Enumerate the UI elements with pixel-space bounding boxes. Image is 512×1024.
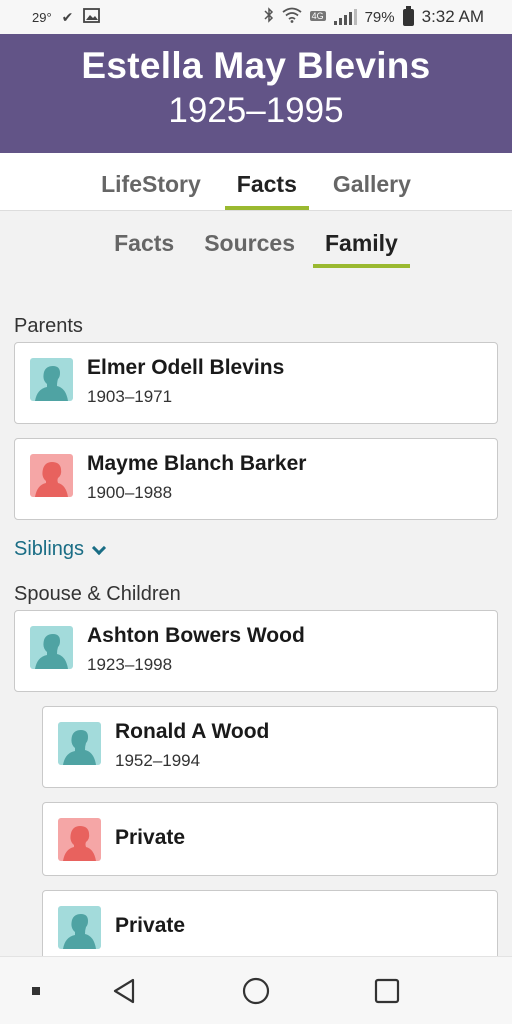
temperature-text: 29° [32,9,52,25]
person-card-child[interactable]: Private [42,890,498,964]
status-left: 29° ✔ [32,7,101,27]
battery-icon [402,5,414,26]
person-name: Ashton Bowers Wood [87,624,305,647]
person-name: Estella May Blevins [81,45,431,86]
system-nav-bar [0,956,512,1024]
network-badge: 4G [309,11,326,21]
male-silhouette-icon [58,722,101,765]
person-dates: 1900–1988 [87,483,173,502]
person-name: Mayme Blanch Barker [87,452,307,475]
image-icon [83,7,101,27]
subtab-sources[interactable]: Sources [204,212,295,268]
subtab-family[interactable]: Family [313,212,410,268]
male-silhouette-icon [30,626,73,669]
person-name: Ronald A Wood [115,720,270,743]
spouse-children-heading: Spouse & Children [14,583,181,605]
parents-heading: Parents [14,315,83,337]
tab-lifestory[interactable]: LifeStory [101,153,201,210]
female-silhouette-icon [58,818,101,861]
female-silhouette-icon [30,454,73,497]
person-card-father[interactable]: Elmer Odell Blevins 1903–1971 [14,342,498,424]
siblings-toggle[interactable]: Siblings [14,538,107,561]
male-silhouette-icon [58,906,101,949]
back-icon[interactable] [94,957,154,1024]
signal-icon [333,9,357,25]
battery-percent: 79% [364,8,395,26]
recents-icon[interactable] [357,957,417,1024]
person-name: Elmer Odell Blevins [87,356,285,379]
person-dates: 1923–1998 [87,655,173,674]
siblings-label: Siblings [14,538,85,560]
status-right: 4G 79% 3:32 AM [264,5,484,27]
home-icon[interactable] [226,957,286,1024]
tab-gallery[interactable]: Gallery [333,153,411,210]
person-header: Estella May Blevins 1925–1995 [0,34,512,153]
status-bar: 29° ✔ 4G 79% 3:32 AM [0,0,512,34]
person-dates: 1952–1994 [115,751,201,770]
menu-dot-icon[interactable] [6,957,66,1024]
chevron-down-icon [91,540,107,555]
person-card-mother[interactable]: Mayme Blanch Barker 1900–1988 [14,438,498,520]
check-icon: ✔ [61,8,74,25]
person-name: Private [115,914,186,937]
tab-facts[interactable]: Facts [224,153,310,210]
person-name: Private [115,826,186,849]
person-dates: 1903–1971 [87,387,173,406]
wifi-icon [282,7,302,27]
main-tabs: LifeStory Facts Gallery [0,153,512,211]
person-dates: 1925–1995 [168,91,344,130]
person-card-child[interactable]: Ronald A Wood 1952–1994 [42,706,498,788]
person-card-child[interactable]: Private [42,802,498,876]
bluetooth-icon [264,7,274,27]
subtab-facts[interactable]: Facts [114,212,174,268]
sub-tabs: Facts Sources Family [0,212,512,270]
male-silhouette-icon [30,358,73,401]
person-card-spouse[interactable]: Ashton Bowers Wood 1923–1998 [14,610,498,692]
clock-time: 3:32 AM [421,7,484,26]
